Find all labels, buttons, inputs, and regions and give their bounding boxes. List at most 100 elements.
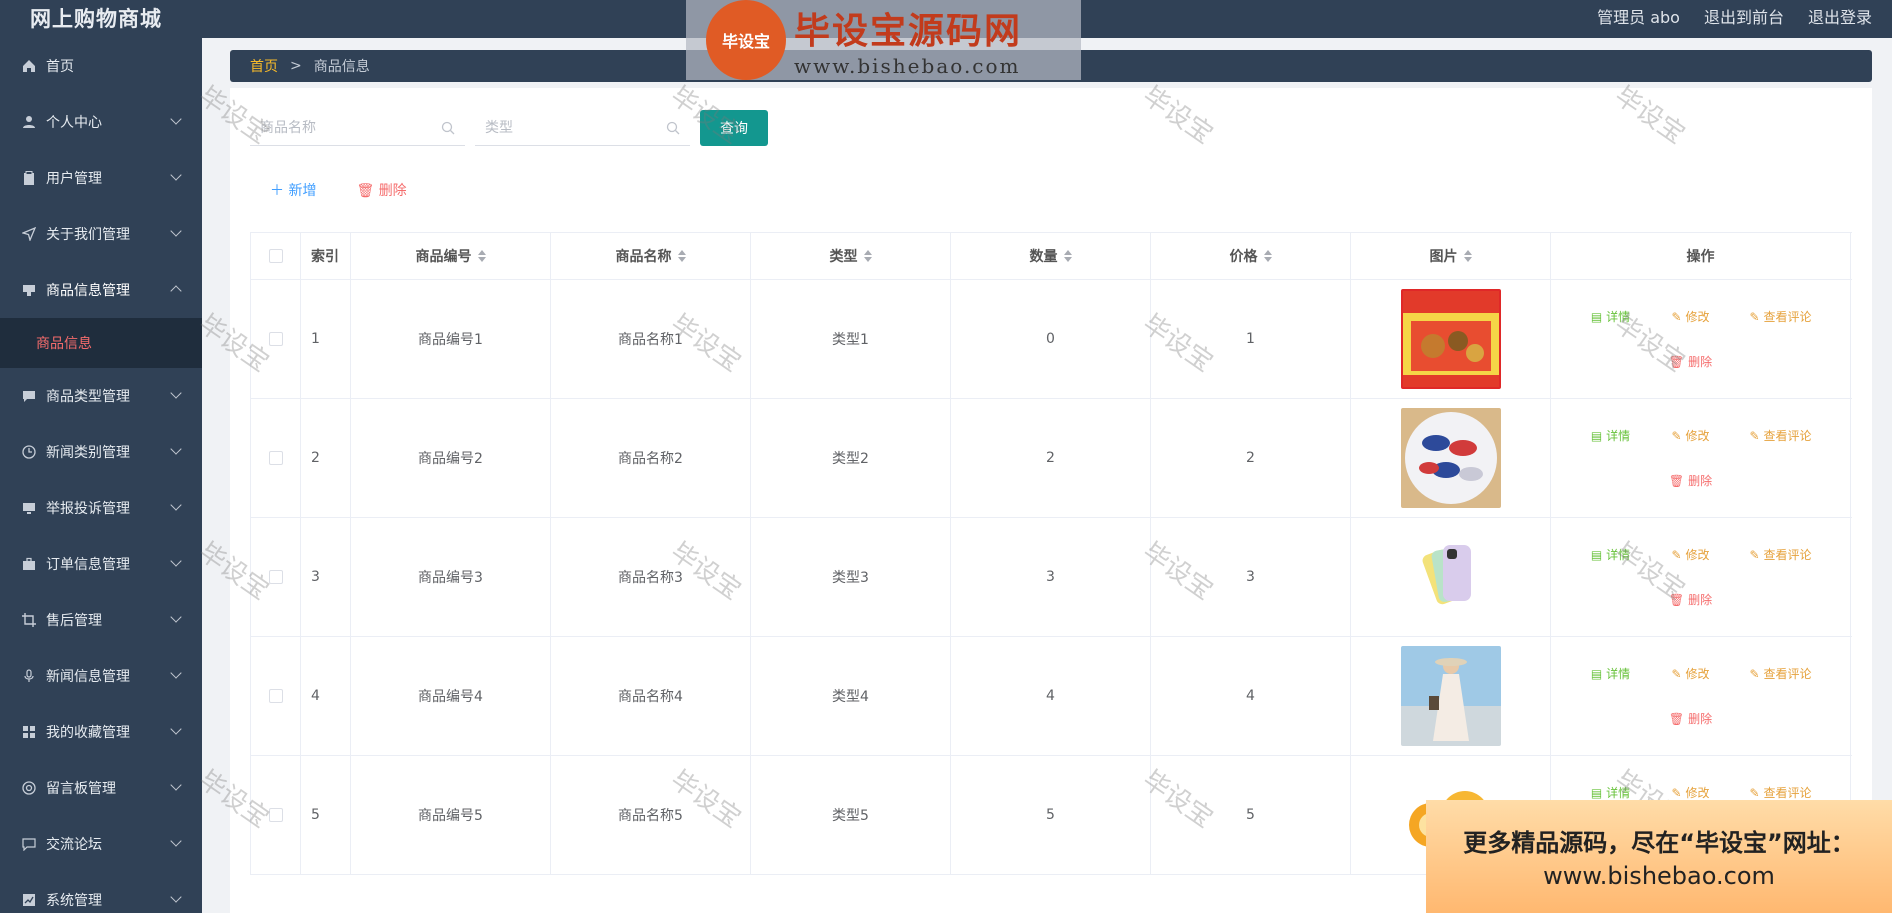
trash-icon: 🗑: [1668, 592, 1685, 607]
detail-button[interactable]: ▤ 详情: [1591, 546, 1630, 563]
cell-index: 2: [301, 399, 351, 517]
type-input[interactable]: [475, 110, 690, 145]
sidebar-item-after-sales[interactable]: 售后管理: [0, 592, 202, 648]
home-icon: [22, 59, 36, 73]
header-quantity-label: 数量: [1029, 249, 1058, 265]
edit-icon: ✎: [1671, 785, 1682, 800]
cell-index: 1: [301, 280, 351, 398]
header-image[interactable]: 图片: [1351, 233, 1551, 279]
sidebar-item-about-us[interactable]: 关于我们管理: [0, 206, 202, 262]
sidebar-item-personal-center[interactable]: 个人中心: [0, 94, 202, 150]
detail-button[interactable]: ▤ 详情: [1591, 308, 1630, 325]
search-icon: [666, 121, 680, 135]
breadcrumb-home[interactable]: 首页: [250, 56, 278, 76]
select-all-checkbox[interactable]: [268, 249, 283, 263]
sort-icon[interactable]: [1263, 250, 1272, 262]
logo-title: 毕设宝源码网: [794, 11, 1023, 52]
batch-delete-button[interactable]: 🗑 删除: [356, 180, 406, 200]
chevron-down-icon: [170, 667, 182, 679]
sidebar-item-label: 系统管理: [46, 893, 102, 909]
sidebar-subitem-product-info[interactable]: 商品信息: [0, 318, 202, 368]
edit-button[interactable]: ✎ 修改: [1671, 427, 1709, 444]
header-price[interactable]: 价格: [1151, 233, 1351, 279]
sidebar-item-product-type[interactable]: 商品类型管理: [0, 368, 202, 424]
chevron-down-icon: [170, 611, 182, 623]
review-label: 查看评论: [1763, 667, 1812, 681]
sort-icon[interactable]: [863, 250, 872, 262]
delete-button[interactable]: 🗑删除: [1669, 472, 1712, 489]
sort-icon[interactable]: [477, 250, 486, 262]
logout-link[interactable]: 退出登录: [1808, 4, 1872, 28]
sidebar-item-label: 售后管理: [46, 613, 102, 629]
view-reviews-button[interactable]: ✎ 查看评论: [1749, 308, 1811, 325]
cell-index: 5: [301, 756, 351, 874]
chevron-down-icon: [170, 835, 182, 847]
cell-code: 商品编号5: [351, 756, 551, 874]
sidebar-item-user-management[interactable]: 用户管理: [0, 150, 202, 206]
view-reviews-button[interactable]: ✎ 查看评论: [1749, 427, 1811, 444]
sort-icon[interactable]: [1463, 250, 1472, 262]
review-label: 查看评论: [1763, 786, 1812, 800]
view-reviews-button[interactable]: ✎ 查看评论: [1749, 546, 1811, 563]
cell-name: 商品名称2: [551, 399, 751, 517]
add-button[interactable]: ＋ 新增: [270, 180, 316, 200]
sidebar-item-product-info[interactable]: 商品信息管理: [0, 262, 202, 318]
detail-button[interactable]: ▤ 详情: [1591, 427, 1630, 444]
header-name[interactable]: 商品名称: [551, 233, 751, 279]
row-checkbox[interactable]: [268, 808, 283, 822]
microphone-icon: [22, 669, 36, 683]
edit-button[interactable]: ✎ 修改: [1671, 308, 1709, 325]
edit-button[interactable]: ✎ 修改: [1671, 665, 1709, 682]
product-image-candy[interactable]: [1400, 408, 1501, 508]
sidebar-item-home[interactable]: 首页: [0, 38, 202, 94]
header-quantity[interactable]: 数量: [951, 233, 1151, 279]
row-checkbox[interactable]: [268, 689, 283, 703]
sidebar-item-label: 用户管理: [46, 171, 102, 187]
header-code[interactable]: 商品编号: [351, 233, 551, 279]
row-checkbox[interactable]: [268, 451, 283, 465]
detail-button[interactable]: ▤ 详情: [1591, 665, 1630, 682]
cell-ops: ▤详情 ✎修改 ✎查看评论 🗑删除: [1551, 518, 1851, 636]
header-type[interactable]: 类型: [751, 233, 951, 279]
type-field: [475, 110, 690, 146]
detail-button[interactable]: ▤ 详情: [1591, 784, 1630, 801]
edit-button[interactable]: ✎ 修改: [1671, 784, 1709, 801]
edit-button[interactable]: ✎ 修改: [1671, 546, 1709, 563]
sidebar-item-forum[interactable]: 交流论坛: [0, 816, 202, 872]
breadcrumb-separator: >: [290, 58, 302, 74]
sidebar-item-system[interactable]: 系统管理: [0, 872, 202, 913]
edit-label: 修改: [1685, 667, 1710, 681]
delete-button[interactable]: 🗑删除: [1669, 591, 1712, 608]
delete-button[interactable]: 🗑删除: [1669, 710, 1712, 727]
sidebar-item-favorites[interactable]: 我的收藏管理: [0, 704, 202, 760]
sidebar-item-report[interactable]: 举报投诉管理: [0, 480, 202, 536]
view-reviews-button[interactable]: ✎ 查看评论: [1749, 784, 1811, 801]
query-button[interactable]: 查询: [700, 110, 768, 146]
sidebar-item-message-board[interactable]: 留言板管理: [0, 760, 202, 816]
sidebar-item-orders[interactable]: 订单信息管理: [0, 536, 202, 592]
product-image-snack-box[interactable]: [1400, 289, 1501, 389]
view-reviews-button[interactable]: ✎ 查看评论: [1749, 665, 1811, 682]
cell-type: 类型3: [751, 518, 951, 636]
delete-button[interactable]: 🗑删除: [1669, 353, 1712, 370]
cell-index: 3: [301, 518, 351, 636]
product-name-input[interactable]: [250, 110, 465, 145]
sidebar-item-news-info[interactable]: 新闻信息管理: [0, 648, 202, 704]
edit-icon: ✎: [1671, 547, 1682, 562]
sidebar-item-news-category[interactable]: 新闻类别管理: [0, 424, 202, 480]
product-table: 索引 商品编号 商品名称 类型 数量 价格 图片 操作 1 商品编号1 商品名称…: [250, 232, 1852, 875]
exit-to-front-link[interactable]: 退出到前台: [1704, 4, 1784, 28]
product-image-dress[interactable]: [1400, 646, 1501, 746]
message-icon: [22, 283, 36, 297]
crop-icon: [22, 613, 36, 627]
row-checkbox[interactable]: [268, 332, 283, 346]
cell-type: 类型2: [751, 399, 951, 517]
sidebar-item-label: 商品类型管理: [46, 389, 130, 405]
sort-icon[interactable]: [1063, 250, 1072, 262]
cell-quantity: 3: [951, 518, 1151, 636]
sort-icon[interactable]: [677, 250, 686, 262]
admin-user-label[interactable]: 管理员 abo: [1597, 4, 1680, 28]
product-image-phones[interactable]: [1400, 527, 1501, 627]
cell-name: 商品名称1: [551, 280, 751, 398]
row-checkbox[interactable]: [268, 570, 283, 584]
